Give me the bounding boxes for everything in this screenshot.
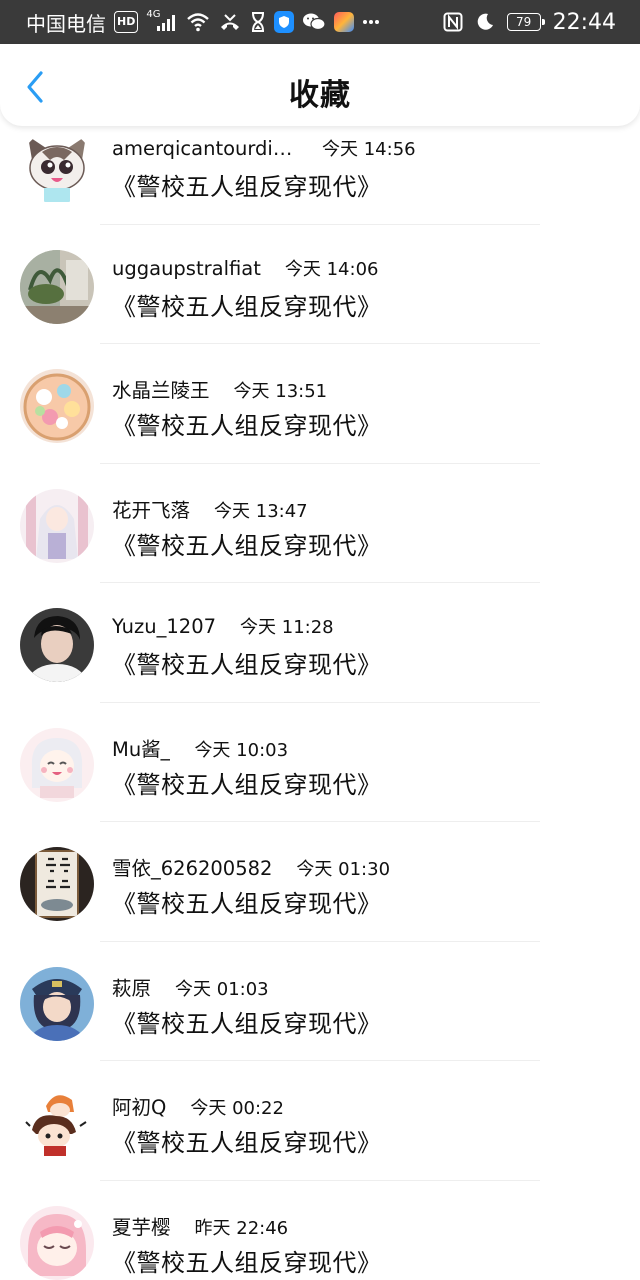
favorites-list: amerqicantourdis… 今天 14:56 《警校五人组反穿现代》 u…	[0, 105, 640, 1280]
timestamp: 今天 11:28	[240, 617, 334, 638]
username: amerqicantourdis…	[112, 137, 298, 160]
timestamp: 今天 10:03	[194, 739, 289, 761]
page-title: 收藏	[289, 78, 351, 113]
list-item[interactable]: 萩原 今天 01:03 《警校五人组反穿现代》	[0, 942, 640, 1061]
hourglass-icon	[250, 11, 266, 33]
list-item[interactable]: 水晶兰陵王 今天 13:51 《警校五人组反穿现代》	[0, 344, 640, 464]
timestamp: 今天 13:47	[214, 500, 308, 522]
timestamp: 今天 01:30	[296, 859, 391, 880]
timestamp: 今天 01:03	[175, 978, 269, 1000]
avatar	[20, 1086, 94, 1160]
nfc-icon	[443, 11, 463, 33]
list-item[interactable]: Mu酱_ 今天 10:03 《警校五人组反穿现代》	[0, 703, 640, 822]
username: 花开飞落	[112, 498, 191, 522]
avatar	[20, 1205, 94, 1280]
carrier-label: 中国电信	[26, 11, 106, 36]
cellular-signal-icon: 4G	[146, 10, 178, 33]
avatar	[20, 130, 94, 204]
timestamp: 今天 13:51	[233, 381, 328, 402]
shield-icon	[274, 11, 295, 33]
hd-icon: HD	[114, 11, 139, 33]
avatar	[20, 249, 94, 324]
username: Mu酱_	[112, 737, 171, 761]
avatar	[20, 608, 94, 682]
timestamp: 今天 14:56	[322, 139, 416, 160]
username: Yuzu_1207	[112, 615, 217, 638]
wifi-icon	[186, 11, 210, 33]
avatar	[20, 369, 94, 443]
username: uggaupstralfiat	[112, 256, 261, 280]
wechat-icon	[302, 11, 327, 33]
username: 阿初Q	[112, 1096, 167, 1119]
timestamp: 今天 00:22	[190, 1098, 284, 1119]
list-item[interactable]: 阿初Q 今天 00:22 《警校五人组反穿现代》	[0, 1061, 640, 1181]
book-title: 《警校五人组反穿现代》	[112, 890, 382, 918]
book-title: 《警校五人组反穿现代》	[112, 651, 382, 679]
avatar	[20, 966, 94, 1041]
username: 雪依_626200582	[112, 857, 273, 880]
username: 萩原	[112, 976, 152, 1000]
avatar	[20, 847, 94, 921]
battery-icon: 79	[506, 13, 545, 31]
username: 夏芋樱	[112, 1215, 171, 1239]
app-icon	[334, 12, 355, 32]
book-title: 《警校五人组反穿现代》	[112, 292, 382, 321]
missed-call-icon	[218, 11, 242, 33]
avatar	[20, 727, 94, 802]
book-title: 《警校五人组反穿现代》	[112, 173, 382, 201]
list-item[interactable]: 夏芋樱 昨天 22:46 《警校五人组反穿现代》	[0, 1181, 640, 1280]
book-title: 《警校五人组反穿现代》	[112, 1009, 382, 1038]
list-item[interactable]: 花开飞落 今天 13:47 《警校五人组反穿现代》	[0, 464, 640, 583]
book-title: 《警校五人组反穿现代》	[112, 531, 382, 560]
more-notifications-icon	[362, 11, 380, 33]
list-item[interactable]: Yuzu_1207 今天 11:28 《警校五人组反穿现代》	[0, 583, 640, 703]
book-title: 《警校五人组反穿现代》	[112, 770, 382, 799]
app-header: 收藏	[0, 44, 640, 126]
book-title: 《警校五人组反穿现代》	[112, 1129, 382, 1157]
timestamp: 今天 14:06	[284, 258, 379, 280]
clock: 22:44	[552, 9, 616, 35]
list-item[interactable]: uggaupstralfiat 今天 14:06 《警校五人组反穿现代》	[0, 225, 640, 344]
list-item[interactable]: 雪依_626200582 今天 01:30 《警校五人组反穿现代》	[0, 822, 640, 942]
status-bar: 中国电信 HD 4G 79 22:44	[0, 0, 640, 44]
timestamp: 昨天 22:46	[194, 1217, 289, 1239]
avatar	[20, 488, 94, 563]
book-title: 《警校五人组反穿现代》	[112, 412, 382, 440]
username: 水晶兰陵王	[112, 379, 210, 402]
moon-icon	[475, 11, 495, 33]
book-title: 《警校五人组反穿现代》	[112, 1248, 382, 1277]
